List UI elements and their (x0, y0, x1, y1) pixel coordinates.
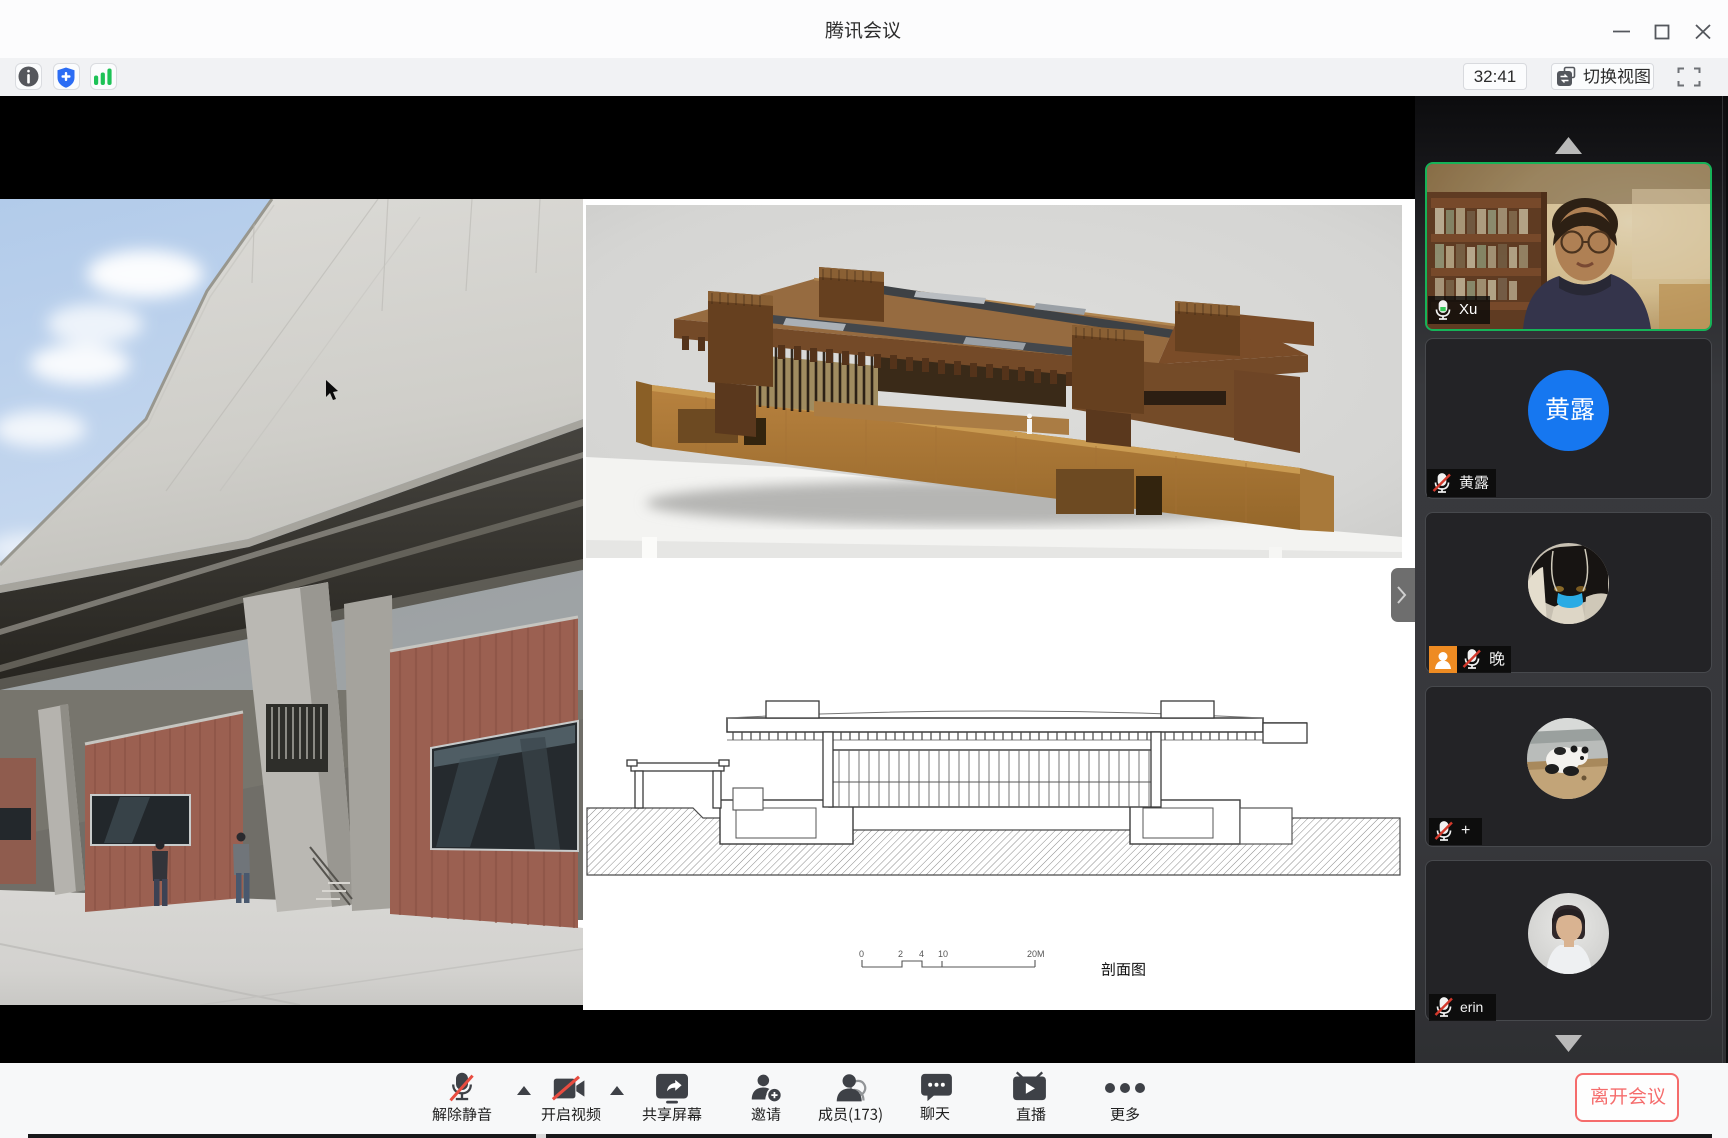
svg-text:10: 10 (938, 949, 948, 959)
svg-text:4: 4 (919, 949, 924, 959)
svg-text:20M: 20M (1027, 949, 1045, 959)
svg-text:0: 0 (859, 949, 864, 959)
svg-text:2: 2 (898, 949, 903, 959)
